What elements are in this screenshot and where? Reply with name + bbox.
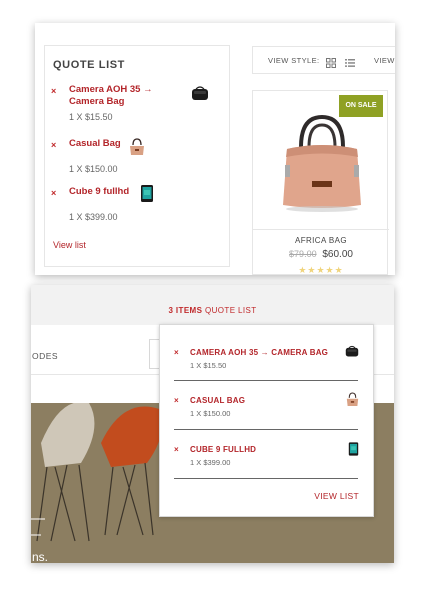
quote-item-name[interactable]: Cube 9 fullhd (69, 186, 179, 198)
remove-item-button[interactable]: × (174, 348, 179, 357)
card-divider (253, 229, 389, 230)
quote-label: QUOTE LIST (204, 306, 257, 315)
quote-item-qty: 1 X $15.50 (69, 112, 113, 122)
sale-price: $60.00 (322, 249, 353, 260)
quote-dropdown: × CAMERA AOH 35 → CAMERA BAG 1 X $15.50 … (159, 324, 374, 517)
grid-view-icon[interactable] (326, 55, 336, 73)
quote-list-item: × Camera AOH 35 → Camera Bag 1 X $15.50 (45, 84, 231, 124)
remove-item-button[interactable]: × (51, 140, 56, 150)
remove-item-button[interactable]: × (51, 188, 56, 198)
view-list-link[interactable]: VIEW LIST (314, 491, 359, 501)
header-quote-link[interactable]: 3 ITEMS QUOTE LIST (31, 306, 394, 315)
handbag-icon[interactable] (129, 138, 145, 161)
product-card[interactable]: ON SALE AFRICA BAG $79.00 $60.00 ★★★★★ (252, 90, 389, 275)
dropdown-divider (174, 478, 358, 479)
dropdown-divider (174, 380, 358, 381)
camera-bag-icon[interactable] (191, 85, 209, 106)
handbag-icon[interactable] (346, 392, 359, 412)
quote-list-widget: QUOTE LIST × Camera AOH 35 → Camera Bag … (44, 45, 230, 267)
view-mode-label: VIEW (374, 56, 395, 65)
dropdown-item-name[interactable]: CUBE 9 FULLHD (190, 445, 256, 454)
camera-bag-icon[interactable] (345, 344, 359, 363)
quote-item-qty: 1 X $399.00 (69, 212, 118, 222)
product-price: $79.00 $60.00 (253, 249, 389, 260)
product-image[interactable] (279, 113, 365, 218)
view-style-label: VIEW STYLE: (268, 56, 320, 65)
view-list-link[interactable]: View list (53, 240, 86, 250)
top-bar: 3 ITEMS QUOTE LIST (31, 285, 394, 325)
composite-screenshot: QUOTE LIST × Camera AOH 35 → Camera Bag … (0, 0, 422, 595)
quote-list-item: × Casual Bag 1 X $150.00 (45, 138, 231, 178)
quote-item-name[interactable]: Casual Bag (69, 138, 179, 150)
rating-stars: ★★★★★ (298, 265, 344, 275)
dropdown-divider (174, 429, 358, 430)
dropdown-item-name[interactable]: CASUAL BAG (190, 396, 245, 405)
header-quote-panel: 3 ITEMS QUOTE LIST ODES ns. × CAMERA AOH… (31, 285, 394, 563)
remove-item-button[interactable]: × (51, 86, 56, 96)
remove-item-button[interactable]: × (174, 396, 179, 405)
quote-item-qty: 1 X $150.00 (69, 164, 118, 174)
dropdown-item-qty: 1 X $150.00 (190, 409, 231, 418)
list-view-icon[interactable] (345, 55, 355, 73)
old-price: $79.00 (289, 249, 317, 259)
remove-item-button[interactable]: × (174, 445, 179, 454)
dropdown-item-qty: 1 X $15.50 (190, 361, 227, 370)
dropdown-item-name[interactable]: CAMERA AOH 35 → CAMERA BAG (190, 348, 328, 357)
quote-count: 3 ITEMS (168, 306, 203, 315)
phone-icon[interactable] (348, 441, 359, 462)
nav-text[interactable]: ODES (32, 351, 58, 361)
dropdown-item-qty: 1 X $399.00 (190, 458, 231, 467)
view-style-toolbar: VIEW STYLE: VIEW (252, 46, 395, 74)
quote-list-title: QUOTE LIST (53, 59, 125, 71)
quote-item-name[interactable]: Camera AOH 35 → Camera Bag (69, 84, 179, 108)
dropdown-item: × CUBE 9 FULLHD 1 X $399.00 (174, 441, 359, 483)
shop-sidebar-panel: QUOTE LIST × Camera AOH 35 → Camera Bag … (35, 23, 395, 275)
dropdown-item: × CASUAL BAG 1 X $150.00 (174, 392, 359, 434)
hero-text: ns. (32, 550, 49, 563)
product-name[interactable]: AFRICA BAG (253, 236, 389, 245)
phone-icon[interactable] (140, 184, 154, 208)
quote-list-item: × Cube 9 fullhd 1 X $399.00 (45, 184, 231, 226)
